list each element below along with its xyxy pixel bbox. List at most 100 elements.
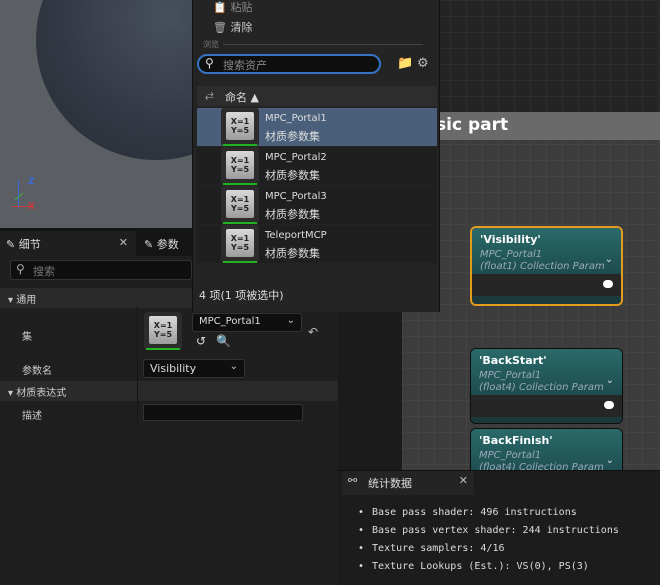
branch-icon: ⥄ — [205, 88, 214, 101]
trash-icon: 🗑 — [213, 21, 227, 34]
param-name-label: 参数名 — [22, 366, 52, 377]
param-name-combo[interactable]: Visibility ⌄ — [143, 359, 245, 378]
gear-icon[interactable]: ⚙ — [417, 56, 429, 71]
thumb-text: Y=5 — [230, 204, 250, 213]
node-backstart[interactable]: 'BackStart' MPC_Portal1 (float4) Collect… — [470, 348, 623, 424]
stats-panel: ⚯ 统计数据 ✕ Base pass shader: 496 instructi… — [338, 470, 660, 585]
details-column-divider[interactable] — [137, 306, 138, 426]
asset-thumbnail: X=1 Y=5 — [221, 108, 259, 146]
node-collection: MPC_Portal1 — [479, 450, 542, 461]
description-label: 描述 — [22, 411, 42, 422]
thumb-text: Y=5 — [230, 243, 250, 252]
asset-thumbnail: X=1 Y=5 — [221, 147, 259, 185]
asset-list-item[interactable]: X=1 Y=5 TeleportMCP 材质参数集 — [197, 225, 437, 263]
node-collection: MPC_Portal1 — [480, 249, 543, 260]
browse-section-label: 浏览 — [203, 40, 219, 49]
asset-count-status: 4 项(1 项被选中) — [199, 289, 284, 302]
pencil-icon: ✎ — [144, 238, 154, 251]
chevron-down-icon[interactable]: ⌄ — [606, 455, 614, 466]
search-icon: ⚲ — [16, 262, 25, 276]
collection-value: MPC_Portal1 — [199, 316, 261, 327]
menu-item-paste[interactable]: 📋 粘贴 — [213, 0, 253, 15]
tab-parameters-label: 参数 — [156, 238, 179, 251]
chevron-down-icon: ⌄ — [286, 315, 295, 326]
search-placeholder: 搜索 — [33, 265, 55, 278]
stats-line: Texture Lookups (Est.): VS(0), PS(3) — [358, 561, 619, 579]
chevron-down-icon: ⌄ — [229, 361, 238, 372]
section-material-expression[interactable]: ▾ 材质表达式 — [0, 381, 338, 401]
details-search-input[interactable]: ⚲ 搜索 — [10, 260, 192, 280]
z-axis-label: Z — [28, 177, 35, 187]
close-icon[interactable]: ✕ — [119, 236, 128, 249]
section-divider — [223, 44, 423, 45]
collection-combo[interactable]: MPC_Portal1 ⌄ — [192, 313, 302, 332]
z-axis-line — [18, 180, 19, 206]
tab-parameters[interactable]: ✎ 参数 — [138, 231, 198, 256]
section-material-expression-label: 材质表达式 — [16, 388, 67, 399]
collection-label: 集 — [22, 332, 32, 343]
asset-list-item[interactable]: X=1 Y=5 MPC_Portal1 材质参数集 — [197, 108, 437, 146]
browse-icon[interactable]: 🔍 — [216, 334, 231, 348]
output-pin[interactable] — [604, 401, 614, 409]
asset-picker-popup: 📋 粘贴 🗑 清除 浏览 ⚲ 搜索资产 📁 ⚙ ⥄ 命名 ▲ X=1 Y=5 MP… — [192, 0, 440, 312]
chevron-down-icon[interactable]: ⌄ — [606, 375, 614, 386]
tab-stats-label: 统计数据 — [368, 477, 412, 490]
y-axis-line — [14, 192, 24, 201]
stats-line: Base pass shader: 496 instructions — [358, 507, 619, 525]
node-type: (float1) Collection Param — [480, 261, 605, 272]
collapse-arrow-icon: ▾ — [8, 388, 14, 399]
asset-type: 材质参数集 — [265, 208, 320, 221]
section-general-label: 通用 — [16, 295, 37, 306]
material-preview-viewport[interactable]: Z X — [0, 0, 192, 228]
tab-details[interactable]: ✎ 细节 ✕ — [0, 231, 136, 256]
pencil-icon: ✎ — [6, 238, 16, 251]
asset-thumbnail: X=1 Y=5 — [221, 225, 259, 263]
output-pin[interactable] — [603, 280, 613, 288]
stats-list: Base pass shader: 496 instructions Base … — [358, 507, 619, 579]
asset-list-item[interactable]: X=1 Y=5 MPC_Portal2 材质参数集 — [197, 147, 437, 185]
folder-icon[interactable]: 📁 — [397, 56, 413, 71]
asset-search-input[interactable]: ⚲ 搜索资产 — [197, 54, 381, 74]
paste-icon: 📋 — [213, 1, 227, 14]
thumb-text: Y=5 — [230, 165, 250, 174]
collection-thumbnail[interactable]: X=1 Y=5 — [144, 312, 182, 350]
comment-title[interactable]: sic part — [402, 112, 660, 140]
asset-type: 材质参数集 — [265, 130, 320, 143]
column-header-name-label: 命名 ▲ — [225, 91, 259, 104]
node-visibility[interactable]: 'Visibility' MPC_Portal1 (float1) Collec… — [470, 226, 623, 306]
tab-details-label: 细节 — [18, 238, 41, 251]
asset-search-placeholder: 搜索资产 — [223, 59, 267, 72]
thumb-text: Y=5 — [153, 330, 173, 339]
asset-name: MPC_Portal1 — [265, 113, 327, 124]
description-input[interactable] — [143, 404, 303, 421]
thumb-text: X=1 — [230, 117, 250, 126]
chevron-down-icon[interactable]: ⌄ — [605, 254, 613, 265]
close-icon[interactable]: ✕ — [459, 474, 468, 487]
node-collection: MPC_Portal1 — [479, 370, 542, 381]
column-header-name[interactable]: ⥄ 命名 ▲ — [197, 86, 437, 106]
node-title: 'BackStart' — [479, 354, 547, 367]
asset-thumbnail: X=1 Y=5 — [221, 186, 259, 224]
thumb-text: X=1 — [230, 195, 250, 204]
thumb-text: X=1 — [230, 156, 250, 165]
stats-line: Base pass vertex shader: 244 instruction… — [358, 525, 619, 543]
menu-item-clear-label: 清除 — [230, 21, 253, 34]
use-selected-icon[interactable]: ↺ — [196, 334, 206, 348]
asset-name: TeleportMCP — [265, 230, 327, 241]
menu-item-paste-label: 粘贴 — [230, 1, 253, 14]
thumb-text: X=1 — [230, 234, 250, 243]
menu-item-clear[interactable]: 🗑 清除 — [213, 19, 253, 35]
tab-stats[interactable]: ⚯ 统计数据 ✕ — [342, 471, 474, 495]
search-icon: ⚲ — [205, 56, 214, 70]
thumb-text: X=1 — [153, 321, 173, 330]
param-name-value: Visibility — [150, 362, 197, 375]
asset-name: MPC_Portal2 — [265, 152, 327, 163]
node-title: 'BackFinish' — [479, 434, 553, 447]
asset-type: 材质参数集 — [265, 247, 320, 260]
thumb-text: Y=5 — [230, 126, 250, 135]
graph-shadow-area — [338, 300, 402, 470]
asset-list-item[interactable]: X=1 Y=5 MPC_Portal3 材质参数集 — [197, 186, 437, 224]
asset-type: 材质参数集 — [265, 169, 320, 182]
stats-icon: ⚯ — [348, 474, 358, 487]
reset-arrow-icon[interactable]: ↶ — [308, 325, 318, 339]
